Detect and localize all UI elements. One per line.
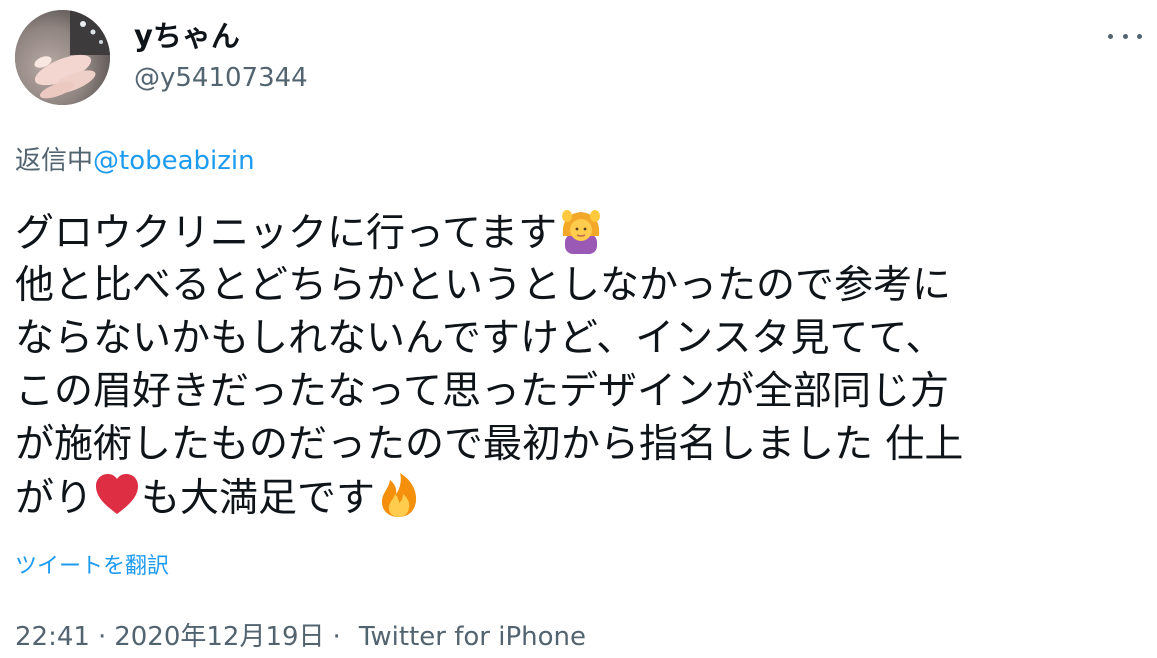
tweet-line: が施術したものだったので最初から指名しました 仕上 bbox=[15, 422, 964, 467]
tweet: yちゃん @y54107344 返信中@tobeabizin グロウクリニックに… bbox=[0, 0, 1157, 658]
reply-mention-link[interactable]: @tobeabizin bbox=[93, 146, 255, 176]
tweet-line: がり も大満足です bbox=[15, 471, 1145, 524]
avatar[interactable] bbox=[15, 10, 110, 105]
translate-tweet-link[interactable]: ツイートを翻訳 bbox=[15, 552, 169, 582]
replying-to: 返信中@tobeabizin bbox=[15, 143, 255, 179]
tweet-line: 他と比べるとどちらかというとしなかったので参考に bbox=[15, 263, 952, 308]
red-heart-icon bbox=[96, 474, 139, 514]
replying-to-label: 返信中 bbox=[15, 146, 94, 176]
meta-separator: · bbox=[332, 622, 341, 652]
tweet-line: この眉好きだったなって思ったデザインが全部同じ方 bbox=[15, 369, 950, 414]
meta-separator: · bbox=[97, 622, 107, 652]
display-name[interactable]: yちゃん bbox=[134, 18, 240, 54]
tweet-source[interactable]: Twitter for iPhone bbox=[359, 622, 586, 652]
user-handle[interactable]: @y54107344 bbox=[134, 60, 308, 96]
tweet-line: グロウクリニックに行ってます bbox=[15, 206, 1145, 259]
tweet-line: ならないかもしれないんですけど、インスタ見てて、 bbox=[15, 316, 945, 361]
tweet-time[interactable]: 22:41 bbox=[15, 622, 90, 652]
tweet-meta: 22:41 · 2020年12月19日 · Twitter for iPhone bbox=[15, 619, 586, 655]
tweet-text: グロウクリニックに行ってます 他と比べるとどちらかというとしなかったので参考に … bbox=[15, 206, 1145, 524]
fire-icon bbox=[381, 473, 417, 517]
person-gesturing-ok-icon bbox=[562, 210, 601, 254]
tweet-date[interactable]: 2020年12月19日 bbox=[114, 622, 324, 652]
avatar-photo-icon bbox=[15, 10, 110, 105]
more-options-icon[interactable] bbox=[1108, 22, 1142, 50]
